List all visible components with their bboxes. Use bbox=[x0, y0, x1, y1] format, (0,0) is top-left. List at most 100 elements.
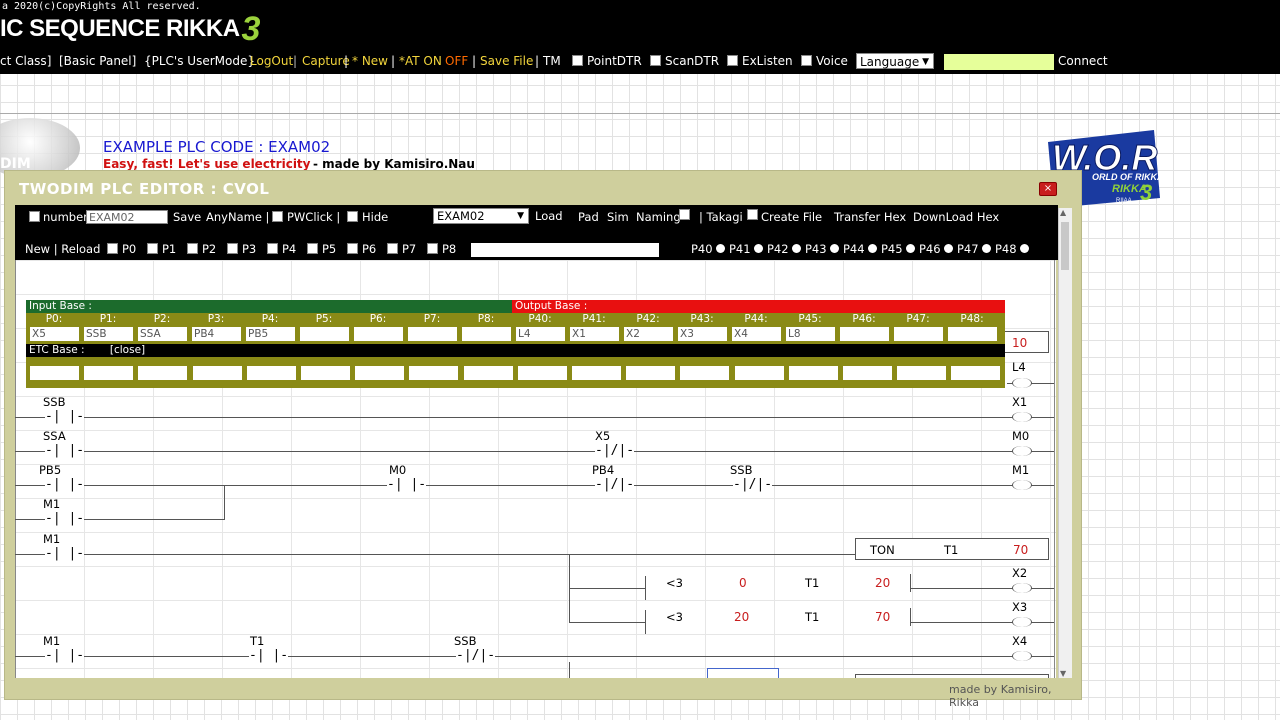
naming-button[interactable]: Naming bbox=[636, 210, 681, 224]
etc-value-input[interactable] bbox=[301, 366, 350, 380]
file-select[interactable]: EXAM02 ▼ bbox=[433, 208, 529, 224]
contact-ssb-nc[interactable]: -|/|- bbox=[733, 478, 773, 491]
contact-ssa[interactable]: -| |- bbox=[45, 444, 85, 457]
etc-value-input[interactable] bbox=[246, 366, 296, 380]
port-value-input[interactable] bbox=[354, 327, 403, 341]
checkbox-icon[interactable] bbox=[147, 243, 158, 254]
radio-icon[interactable] bbox=[981, 244, 991, 253]
checkbox-icon[interactable] bbox=[187, 243, 198, 254]
radio-icon[interactable] bbox=[943, 244, 953, 253]
menu-user-mode[interactable]: {PLC's UserMode} bbox=[144, 48, 255, 74]
coil-x4[interactable] bbox=[1012, 651, 1032, 661]
etc-value-input[interactable] bbox=[843, 366, 892, 380]
etc-value-input[interactable] bbox=[897, 366, 947, 380]
radio-p44[interactable]: P44 bbox=[843, 242, 880, 256]
p0-check[interactable]: P0 bbox=[107, 242, 136, 256]
p4-check[interactable]: P4 bbox=[267, 242, 296, 256]
radio-p41[interactable]: P41 bbox=[729, 242, 766, 256]
menu-logout[interactable]: LogOut bbox=[250, 48, 293, 74]
port-value-input[interactable] bbox=[408, 327, 457, 341]
checkbox-icon[interactable] bbox=[650, 55, 661, 66]
contact-m1[interactable]: -| |- bbox=[45, 547, 85, 560]
scroll-down-icon[interactable]: ▼ bbox=[1060, 669, 1066, 678]
menu-select-class[interactable]: ct Class] bbox=[0, 48, 51, 74]
radio-icon[interactable] bbox=[829, 244, 839, 253]
etc-value-input[interactable] bbox=[84, 366, 134, 380]
etc-value-input[interactable] bbox=[30, 366, 79, 380]
contact-ssb[interactable]: -| |- bbox=[45, 410, 85, 423]
p8-check[interactable]: P8 bbox=[427, 242, 456, 256]
port-value-input[interactable] bbox=[300, 327, 349, 341]
radio-p42[interactable]: P42 bbox=[767, 242, 804, 256]
connect-button[interactable]: Connect bbox=[1058, 48, 1108, 74]
radio-icon[interactable] bbox=[715, 244, 725, 253]
pwclick-checkbox[interactable] bbox=[272, 210, 287, 224]
etc-value-input[interactable] bbox=[409, 366, 459, 380]
contact-pb4-nc[interactable]: -|/|- bbox=[595, 478, 635, 491]
checkbox-icon[interactable] bbox=[227, 243, 238, 254]
transfer-hex-button[interactable]: Transfer Hex bbox=[834, 210, 906, 224]
pad-button[interactable]: Pad bbox=[578, 210, 599, 224]
etc-value-input[interactable] bbox=[788, 366, 838, 380]
io-close-button[interactable]: [close] bbox=[110, 344, 145, 356]
etc-value-input[interactable] bbox=[355, 366, 405, 380]
contact-ssb-nc-2[interactable]: -|/|- bbox=[456, 649, 496, 662]
close-icon[interactable]: × bbox=[1044, 183, 1052, 194]
port-value-input[interactable]: X5 bbox=[30, 327, 79, 341]
toolbar-text-input[interactable] bbox=[471, 243, 659, 257]
save-button[interactable]: Save bbox=[173, 210, 201, 224]
port-value-input[interactable]: L8 bbox=[786, 327, 835, 341]
create-file-button[interactable]: Create File bbox=[761, 210, 822, 224]
coil-m1[interactable] bbox=[1012, 480, 1032, 490]
coil-x2[interactable] bbox=[1012, 583, 1032, 593]
p2-check[interactable]: P2 bbox=[187, 242, 216, 256]
checkbox-icon[interactable] bbox=[801, 55, 812, 66]
menu-at-on[interactable]: *AT ON bbox=[399, 48, 442, 74]
menu-tm[interactable]: TM bbox=[543, 48, 561, 74]
hide-checkbox[interactable] bbox=[347, 210, 362, 224]
checkbox-icon[interactable] bbox=[272, 211, 283, 222]
p6-check[interactable]: P6 bbox=[347, 242, 376, 256]
p3-check[interactable]: P3 bbox=[227, 242, 256, 256]
checkbox-icon[interactable] bbox=[387, 243, 398, 254]
contact-pb5[interactable]: -| |- bbox=[45, 478, 85, 491]
checkbox-icon[interactable] bbox=[307, 243, 318, 254]
checkbox-icon[interactable] bbox=[747, 209, 758, 220]
naming-checkbox[interactable] bbox=[679, 208, 694, 222]
p1-check[interactable]: P1 bbox=[147, 242, 176, 256]
etc-value-input[interactable] bbox=[951, 366, 1001, 380]
check-voice[interactable]: Voice bbox=[801, 48, 848, 74]
etc-value-input[interactable] bbox=[626, 366, 676, 380]
radio-icon[interactable] bbox=[791, 244, 801, 253]
contact-m1-b[interactable]: -| |- bbox=[45, 649, 85, 662]
coil-x3[interactable] bbox=[1012, 617, 1032, 627]
port-value-input[interactable]: X4 bbox=[732, 327, 781, 341]
takagi-label[interactable]: | Takagi bbox=[699, 210, 743, 224]
radio-icon[interactable] bbox=[905, 244, 915, 253]
etc-value-input[interactable] bbox=[463, 366, 513, 380]
radio-p40[interactable]: P40 bbox=[691, 242, 728, 256]
check-exlisten[interactable]: ExListen bbox=[727, 48, 793, 74]
selected-cell[interactable] bbox=[707, 668, 779, 678]
contact-t1[interactable]: -| |- bbox=[249, 649, 289, 662]
load-button[interactable]: Load bbox=[535, 209, 563, 223]
coil-m0[interactable] bbox=[1012, 446, 1032, 456]
port-value-input[interactable]: X3 bbox=[678, 327, 727, 341]
etc-value-input[interactable] bbox=[517, 366, 567, 380]
radio-p43[interactable]: P43 bbox=[805, 242, 842, 256]
scroll-up-icon[interactable]: ▲ bbox=[1060, 208, 1066, 217]
close-button[interactable]: × bbox=[1039, 182, 1057, 196]
menu-at-off[interactable]: OFF bbox=[445, 48, 468, 74]
port-value-input[interactable]: X2 bbox=[624, 327, 673, 341]
port-value-input[interactable] bbox=[462, 327, 511, 341]
port-value-input[interactable]: PB5 bbox=[246, 327, 295, 341]
ladder-scrollbar[interactable]: ▲ ▼ bbox=[1058, 208, 1072, 678]
check-scandtr[interactable]: ScanDTR bbox=[650, 48, 719, 74]
checkbox-icon[interactable] bbox=[347, 211, 358, 222]
checkbox-icon[interactable] bbox=[679, 209, 690, 220]
connect-input[interactable] bbox=[944, 54, 1054, 70]
etc-value-input[interactable] bbox=[680, 366, 730, 380]
port-value-input[interactable]: PB4 bbox=[192, 327, 241, 341]
p7-check[interactable]: P7 bbox=[387, 242, 416, 256]
checkbox-icon[interactable] bbox=[347, 243, 358, 254]
